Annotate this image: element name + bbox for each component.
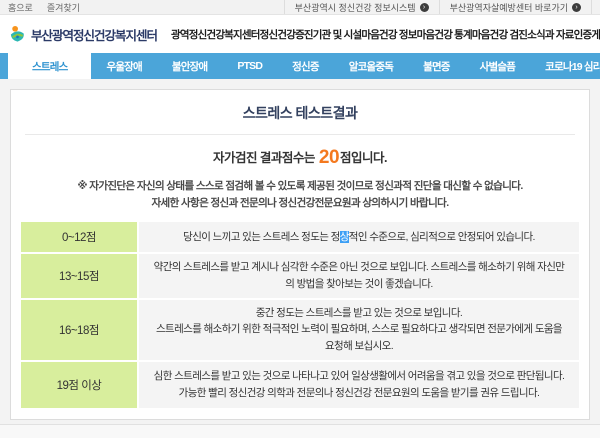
table-row: 0~12점 당신이 느끼고 있는 스트레스 정도는 정상적인 수준으로, 심리적… (21, 222, 579, 254)
notice-line-1: ※ 자가진단은 자신의 상태를 스스로 점검해 볼 수 있도록 제공된 것이므로… (11, 178, 589, 195)
footer-strip (0, 424, 600, 438)
score-value: 20 (318, 147, 340, 168)
score-desc-cell: 약간의 스트레스를 받고 계시나 심각한 수준은 아닌 것으로 보입니다. 스트… (139, 254, 579, 298)
top-utility-bar: 홈으로 즐겨찾기 부산광역시 정신건강 정보시스템 부산광역자살예방센터 바로가… (0, 0, 600, 15)
site-logo[interactable]: 부산광역정신건강복지센터 (8, 25, 157, 44)
score-range-cell: 16~18점 (21, 300, 139, 360)
notice-line-2: 자세한 사항은 정신과 전문의나 정신건강전문요원과 상의하시기 바랍니다. (11, 195, 589, 212)
page-title: 스트레스 테스트결과 (11, 103, 589, 123)
topbar-right-links: 부산광역시 정신건강 정보시스템 부산광역자살예방센터 바로가기 (284, 0, 592, 14)
tab-covid19-support[interactable]: 코로나19 심리지원 (530, 53, 600, 79)
content-area: 스트레스 테스트결과 자가검진 결과점수는 20점입니다. ※ 자가진단은 자신… (0, 79, 600, 424)
suicide-center-label: 부산광역자살예방센터 바로가기 (450, 1, 568, 14)
logo-bird-icon (8, 25, 27, 44)
tab-grief[interactable]: 사별슬픔 (465, 53, 530, 79)
arrow-circle-icon (572, 3, 581, 12)
nav-item-mind-info[interactable]: 마음건강 정보 (361, 27, 416, 42)
score-range-cell: 13~15점 (21, 254, 139, 298)
nav-item-regional-center[interactable]: 광역정신건강복지센터 (171, 27, 260, 42)
notice-text: ※ 자가진단은 자신의 상태를 스스로 점검해 볼 수 있도록 제공된 것이므로… (11, 178, 589, 212)
score-prefix: 자가검진 결과점수는 (213, 151, 318, 165)
info-system-label: 부산광역시 정신건강 정보시스템 (295, 1, 416, 14)
tab-ptsd[interactable]: PTSD (222, 53, 277, 79)
title-divider (25, 134, 575, 135)
nav-item-facilities[interactable]: 정신건강증진기관 및 시설 (260, 27, 362, 42)
selected-text: 상 (340, 231, 349, 243)
nav-item-mind-stats[interactable]: 마음건강 통계 (417, 27, 472, 42)
score-range-cell: 19점 이상 (21, 362, 139, 408)
nav-item-certified-board[interactable]: 인증게시판 (574, 27, 600, 42)
table-row: 19점 이상 심한 스트레스를 받고 있는 것으로 나타나고 있어 일상생활에서… (21, 362, 579, 410)
desc-line: 중간 정도는 스트레스를 받고 있는 것으로 보입니다. (256, 305, 462, 322)
score-line: 자가검진 결과점수는 20점입니다. (11, 147, 589, 169)
desc-line: 스트레스를 해소하기 위한 적극적인 노력이 필요하며, 스스로 필요하다고 생… (153, 321, 565, 355)
favorites-link[interactable]: 즐겨찾기 (47, 1, 80, 14)
score-range-cell: 0~12점 (21, 222, 139, 252)
tab-alcoholism[interactable]: 알코올중독 (334, 53, 408, 79)
score-desc-cell: 심한 스트레스를 받고 있는 것으로 나타나고 있어 일상생활에서 어려움을 겪… (139, 362, 579, 408)
topbar-left-links: 홈으로 즐겨찾기 (8, 1, 80, 14)
home-link[interactable]: 홈으로 (8, 1, 33, 14)
desc-line: 당신이 느끼고 있는 스트레스 정도는 정상적인 수준으로, 심리적으로 안정되… (183, 229, 535, 246)
site-header: 부산광역정신건강복지센터 광역정신건강복지센터 정신건강증진기관 및 시설 마음… (0, 15, 600, 53)
nav-item-mind-checkup[interactable]: 마음건강 검진 (472, 27, 527, 42)
score-desc-cell: 당신이 느끼고 있는 스트레스 정도는 정상적인 수준으로, 심리적으로 안정되… (139, 222, 579, 252)
table-row: 16~18점 중간 정도는 스트레스를 받고 있는 것으로 보입니다. 스트레스… (21, 300, 579, 362)
tab-insomnia[interactable]: 불면증 (408, 53, 465, 79)
score-desc-cell: 중간 정도는 스트레스를 받고 있는 것으로 보입니다. 스트레스를 해소하기 … (139, 300, 579, 360)
score-suffix: 점입니다. (340, 151, 387, 165)
info-system-link[interactable]: 부산광역시 정신건강 정보시스템 (284, 0, 439, 14)
arrow-circle-icon (420, 3, 429, 12)
score-range-table: 0~12점 당신이 느끼고 있는 스트레스 정도는 정상적인 수준으로, 심리적… (21, 222, 579, 410)
sub-navigation: 스트레스 우울장애 불안장애 PTSD 정신증 알코올중독 불면증 사별슬픔 코… (0, 53, 600, 79)
logo-text: 부산광역정신건강복지센터 (31, 25, 157, 44)
result-card: 스트레스 테스트결과 자가검진 결과점수는 20점입니다. ※ 자가진단은 자신… (10, 89, 590, 420)
desc-text: 적인 수준으로, 심리적으로 안정되어 있습니다. (349, 231, 535, 243)
table-row: 13~15점 약간의 스트레스를 받고 계시나 심각한 수준은 아닌 것으로 보… (21, 254, 579, 300)
tab-stress[interactable]: 스트레스 (8, 53, 91, 79)
tab-depression[interactable]: 우울장애 (91, 53, 156, 79)
nav-item-news[interactable]: 소식과 자료 (527, 27, 573, 42)
suicide-center-link[interactable]: 부산광역자살예방센터 바로가기 (439, 0, 592, 14)
tab-psychosis[interactable]: 정신증 (277, 53, 334, 79)
main-navigation: 광역정신건강복지센터 정신건강증진기관 및 시설 마음건강 정보 마음건강 통계… (171, 27, 600, 42)
tab-anxiety[interactable]: 불안장애 (157, 53, 222, 79)
desc-text: 당신이 느끼고 있는 스트레스 정도는 정 (183, 231, 340, 243)
